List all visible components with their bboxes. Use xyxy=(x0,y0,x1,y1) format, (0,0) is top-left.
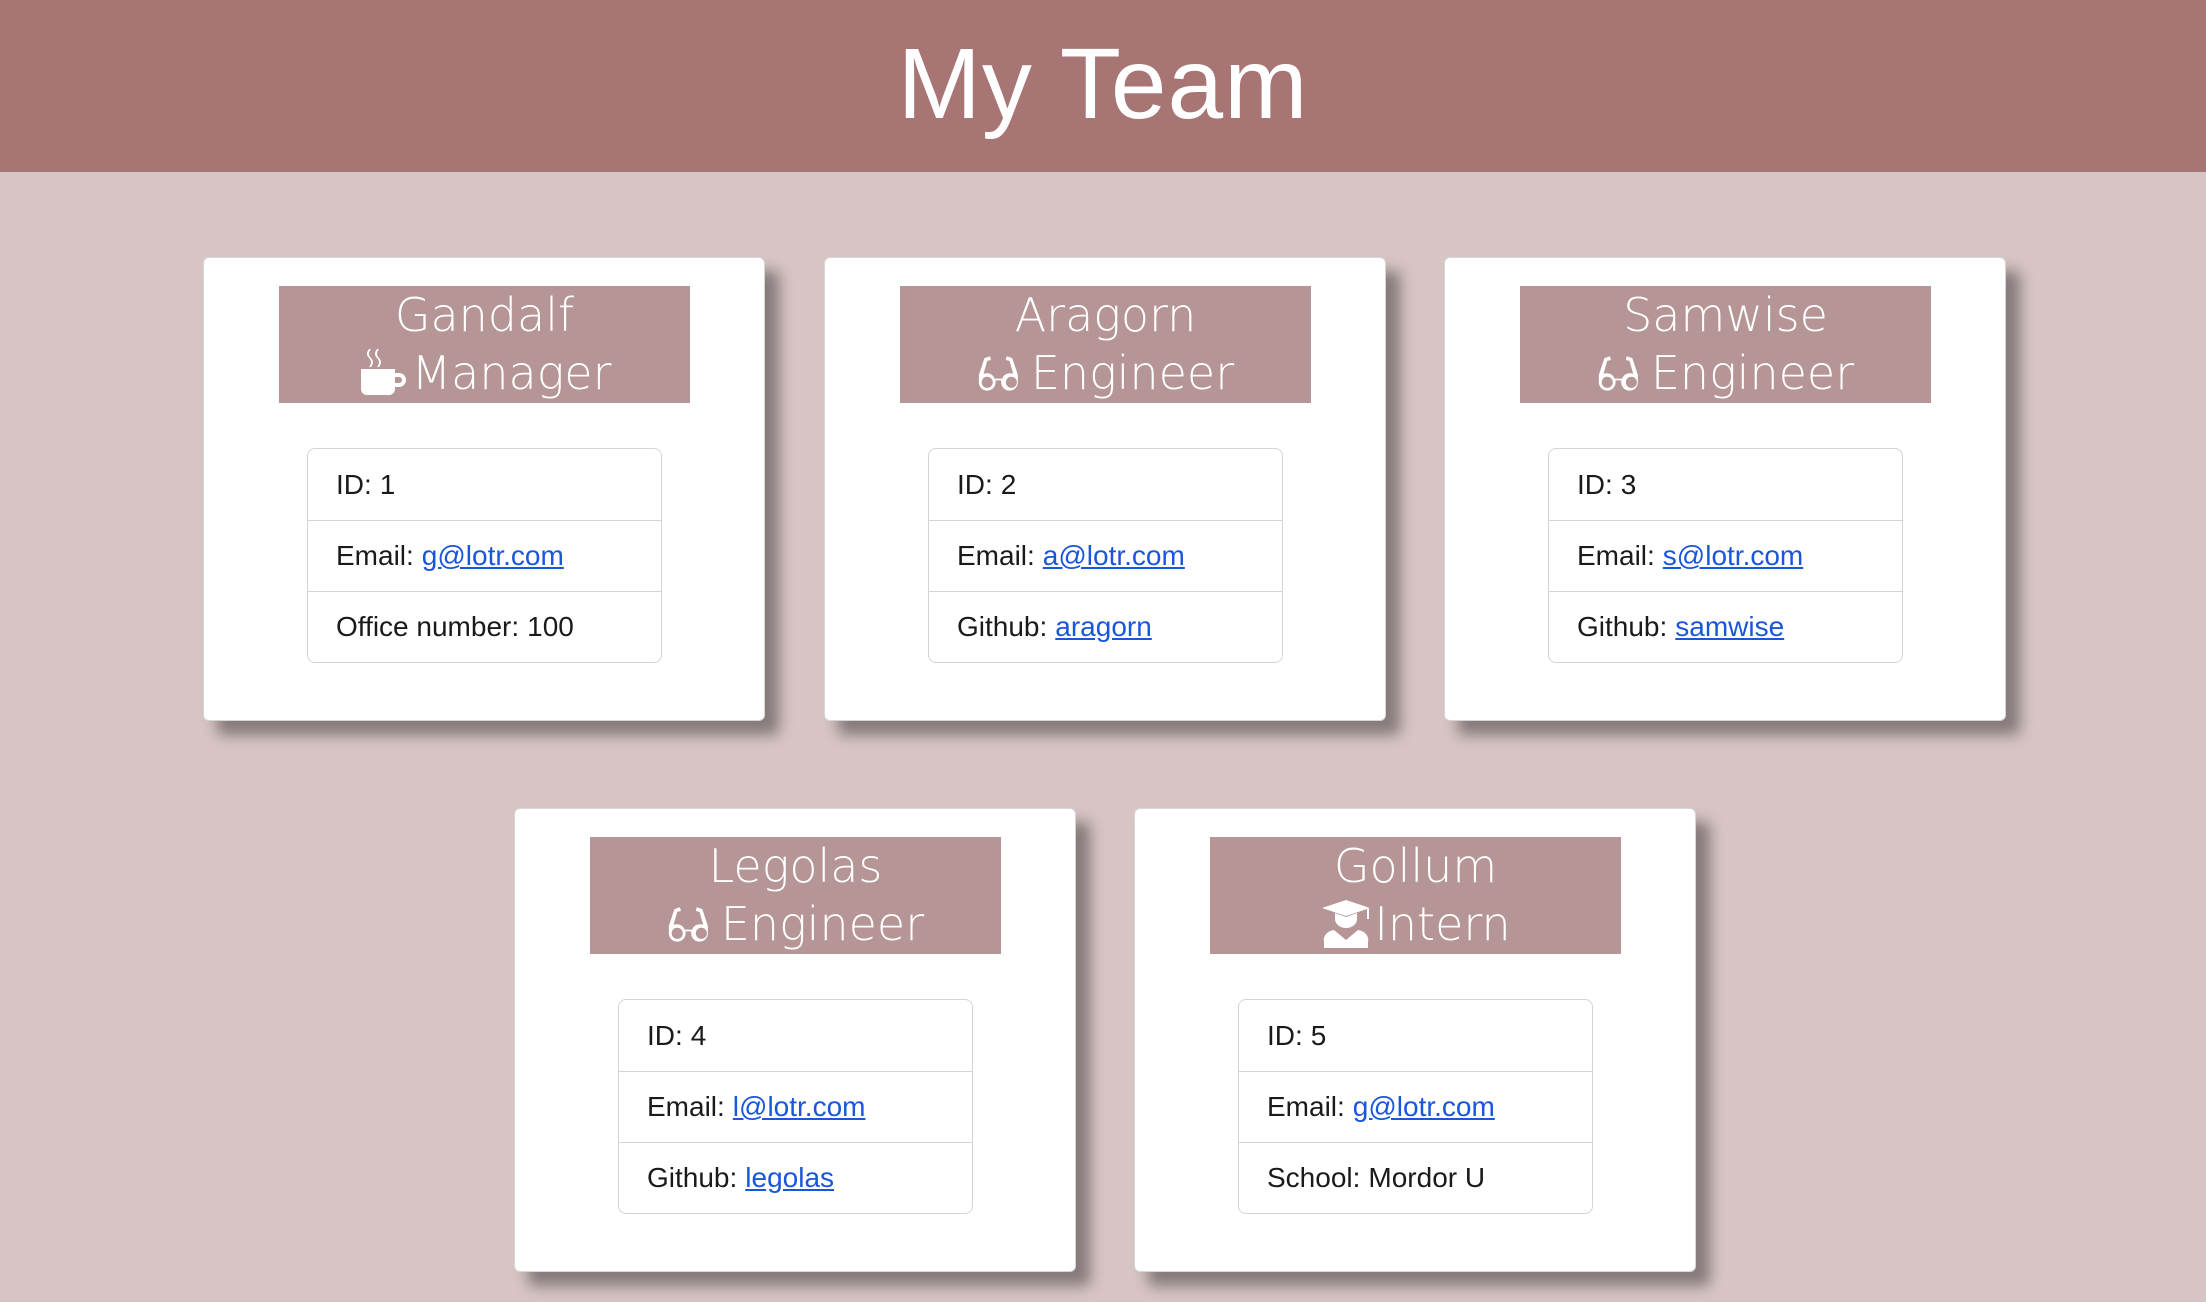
school-row: School: Mordor U xyxy=(1239,1142,1592,1213)
email-row: Email: g@lotr.com xyxy=(308,520,661,591)
glasses-icon xyxy=(1598,356,1638,391)
employee-role: Engineer xyxy=(1030,346,1235,400)
glasses-icon xyxy=(978,356,1018,391)
employee-name: Gandalf xyxy=(394,288,575,342)
email-link[interactable]: g@lotr.com xyxy=(1353,1091,1495,1123)
card-header: Aragorn Engineer xyxy=(900,286,1311,403)
card-header: Gandalf Manager xyxy=(279,286,690,403)
email-link[interactable]: a@lotr.com xyxy=(1043,540,1185,572)
employee-name: Samwise xyxy=(1623,288,1828,342)
graduate-icon xyxy=(1322,900,1371,948)
id-row: ID: 2 xyxy=(957,468,1017,500)
github-row: Github: aragorn xyxy=(929,591,1282,662)
employee-name: Aragorn xyxy=(1014,288,1197,342)
email-link[interactable]: s@lotr.com xyxy=(1663,540,1803,572)
employee-name: Gollum xyxy=(1333,839,1498,893)
employee-info-list: ID: 4 Email: l@lotr.com Github: legolas xyxy=(618,999,973,1214)
card-header: Legolas Engineer xyxy=(590,837,1001,954)
employee-id: 1 xyxy=(379,468,396,500)
email-row: Email: g@lotr.com xyxy=(1239,1071,1592,1142)
page-title: My Team xyxy=(897,28,1309,140)
employee-role: Intern xyxy=(1374,897,1511,951)
mug-icon xyxy=(361,349,407,395)
employee-info-list: ID: 2 Email: a@lotr.com Github: aragorn xyxy=(928,448,1283,663)
id-row: ID: 5 xyxy=(1267,1019,1327,1051)
glasses-icon xyxy=(668,907,708,942)
employee-card-manager: Gandalf Manager ID: 1 Email: g@lotr.com Of… xyxy=(203,257,765,721)
email-link[interactable]: g@lotr.com xyxy=(422,540,564,572)
employee-info-list: ID: 5 Email: g@lotr.com School: Mordor U xyxy=(1238,999,1593,1214)
employee-id: 4 xyxy=(690,1019,707,1051)
employee-card-engineer: Aragorn Engineer ID: 2 Email: a@lotr.com G… xyxy=(824,257,1386,721)
card-header: Gollum Intern xyxy=(1210,837,1621,954)
id-row: ID: 1 xyxy=(336,468,396,500)
employee-card-engineer: Legolas Engineer ID: 4 Email: l@lotr.com G… xyxy=(514,808,1076,1272)
github-row: Github: legolas xyxy=(619,1142,972,1213)
employee-role: Engineer xyxy=(1650,346,1855,400)
employee-card-intern: Gollum Intern ID: 5 Email: g@lotr.com Scho… xyxy=(1134,808,1696,1272)
employee-name: Legolas xyxy=(708,839,883,893)
school-name: Mordor U xyxy=(1368,1162,1486,1193)
employee-id: 3 xyxy=(1620,468,1637,500)
email-row: Email: a@lotr.com xyxy=(929,520,1282,591)
email-link[interactable]: l@lotr.com xyxy=(733,1091,866,1123)
employee-id: 2 xyxy=(1000,468,1017,500)
office-number-row: Office number: 100 xyxy=(308,591,661,662)
employee-info-list: ID: 3 Email: s@lotr.com Github: samwise xyxy=(1548,448,1903,663)
github-link[interactable]: legolas xyxy=(745,1162,834,1194)
employee-role: Manager xyxy=(411,346,612,400)
card-header: Samwise Engineer xyxy=(1520,286,1931,403)
office-number: 100 xyxy=(527,611,574,642)
page-header: My Team xyxy=(0,0,2206,172)
employee-id: 5 xyxy=(1310,1019,1327,1051)
email-row: Email: l@lotr.com xyxy=(619,1071,972,1142)
email-row: Email: s@lotr.com xyxy=(1549,520,1902,591)
employee-role: Engineer xyxy=(720,897,925,951)
id-row: ID: 3 xyxy=(1577,468,1637,500)
github-row: Github: samwise xyxy=(1549,591,1902,662)
github-link[interactable]: samwise xyxy=(1675,611,1784,643)
employee-info-list: ID: 1 Email: g@lotr.com Office number: 100 xyxy=(307,448,662,663)
employee-card-engineer: Samwise Engineer ID: 3 Email: s@lotr.com G… xyxy=(1444,257,2006,721)
github-link[interactable]: aragorn xyxy=(1055,611,1152,643)
id-row: ID: 4 xyxy=(647,1019,707,1051)
